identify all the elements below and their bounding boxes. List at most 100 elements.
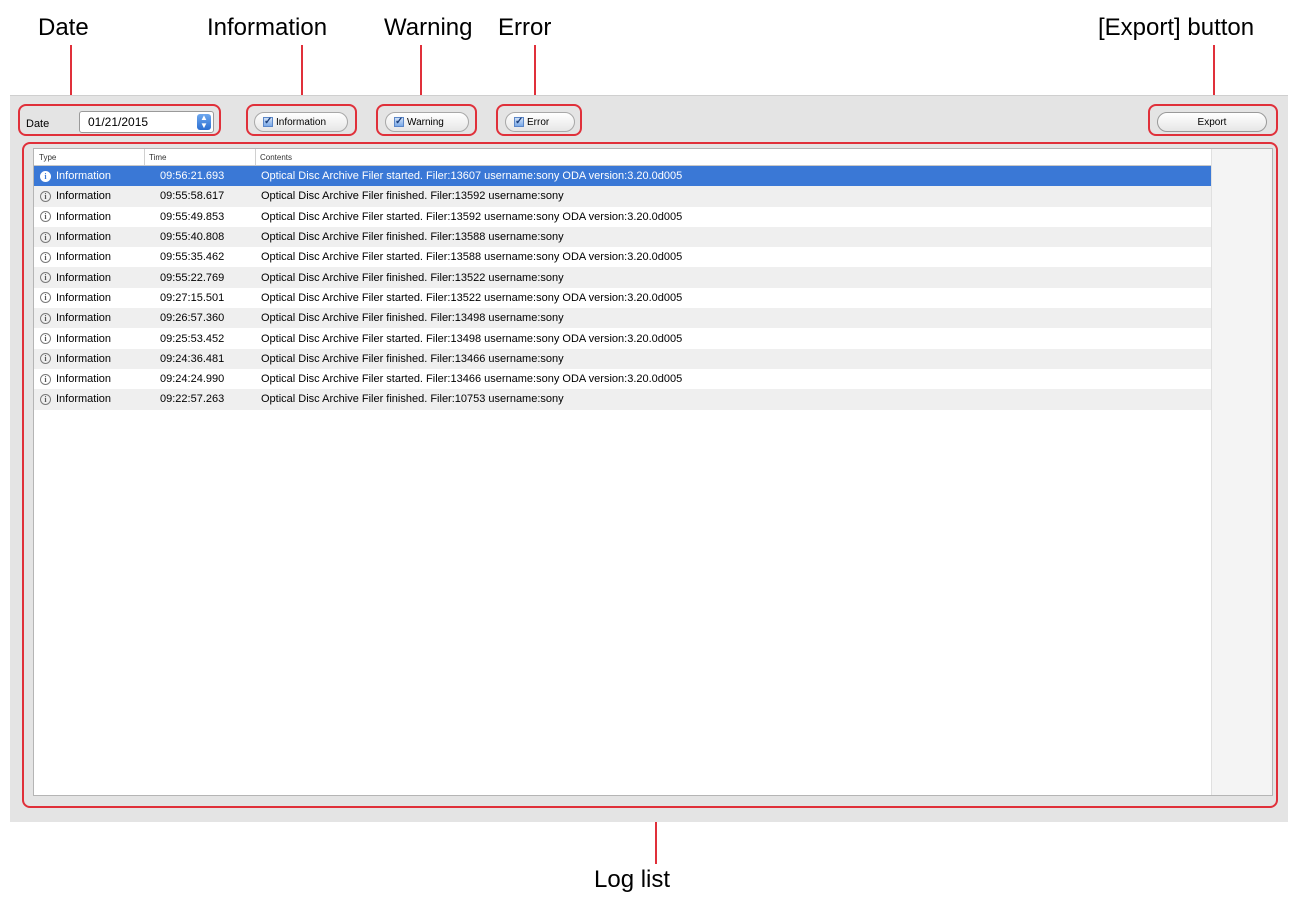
warning-filter-label: Warning (407, 116, 444, 128)
type-label: Information (56, 352, 112, 365)
type-label: Information (56, 312, 112, 325)
table-row[interactable]: i Information 09:26:57.360 Optical Disc Arc… (34, 308, 1211, 329)
table-row[interactable]: i Information 09:56:21.693 Optical Disc Arc… (34, 166, 1211, 187)
info-circle-icon: i (40, 170, 51, 182)
type-cell: i Information (40, 333, 111, 345)
log-list-empty-column (1211, 149, 1272, 795)
table-row[interactable]: i Information 09:22:57.263 Optical Disc Arc… (34, 389, 1211, 410)
time-cell: 09:25:53.452 (160, 332, 225, 345)
callout-date: Date (38, 14, 89, 41)
info-circle-icon: i (40, 211, 51, 223)
type-cell: i Information (40, 190, 111, 202)
column-divider (144, 149, 145, 165)
callout-export: [Export] button (1098, 14, 1255, 41)
checkmark-icon: ✓ (514, 116, 524, 127)
contents-cell: Optical Disc Archive Filer started. File… (261, 291, 683, 304)
time-cell: 09:55:22.769 (160, 271, 225, 284)
contents-cell: Optical Disc Archive Filer started. File… (261, 373, 683, 386)
error-filter-checkbox[interactable]: ✓ Error (505, 112, 575, 132)
table-row[interactable]: i Information 09:25:53.452 Optical Disc Arc… (34, 328, 1211, 348)
type-cell: i Information (40, 393, 111, 405)
info-circle-icon: i (40, 333, 51, 345)
log-list-header: Type Time Contents (34, 149, 1211, 166)
column-header-time[interactable]: Time (149, 153, 166, 162)
table-row[interactable]: i Information 09:55:40.808 Optical Disc Arc… (34, 226, 1211, 248)
time-cell: 09:55:40.808 (160, 231, 225, 244)
type-label: Information (56, 170, 112, 183)
table-row[interactable]: i Information 09:55:49.853 Optical Disc Arc… (34, 207, 1211, 227)
type-cell: i Information (40, 292, 111, 304)
column-header-contents[interactable]: Contents (260, 153, 292, 162)
type-label: Information (56, 190, 112, 203)
column-divider (255, 149, 256, 165)
time-cell: 09:56:21.693 (160, 170, 225, 183)
info-circle-icon: i (40, 251, 51, 263)
time-cell: 09:55:58.617 (160, 190, 225, 203)
info-circle-icon: i (40, 190, 51, 202)
info-circle-icon: i (40, 292, 51, 304)
type-label: Information (56, 393, 112, 406)
time-cell: 09:26:57.360 (160, 312, 225, 325)
table-row[interactable]: i Information 09:55:22.769 Optical Disc Arc… (34, 267, 1211, 288)
table-row[interactable]: i Information 09:24:36.481 Optical Disc Arc… (34, 348, 1211, 369)
type-label: Information (56, 291, 112, 304)
export-button[interactable]: Export (1157, 112, 1267, 132)
type-label: Information (56, 332, 112, 345)
contents-cell: Optical Disc Archive Filer started. File… (261, 251, 683, 264)
contents-cell: Optical Disc Archive Filer started. File… (261, 170, 683, 183)
time-cell: 09:22:57.263 (160, 393, 225, 406)
time-cell: 09:24:36.481 (160, 352, 225, 365)
stepper-arrows-icon[interactable]: ▲ ▼ (197, 114, 211, 130)
type-cell: i Information (40, 312, 111, 324)
log-list[interactable]: Type Time Contents i Information 09:56:21.… (33, 148, 1273, 796)
contents-cell: Optical Disc Archive Filer finished. Fil… (261, 231, 564, 244)
type-label: Information (56, 231, 112, 244)
callout-information: Information (207, 14, 328, 41)
contents-cell: Optical Disc Archive Filer finished. Fil… (261, 352, 564, 365)
table-row[interactable]: i Information 09:55:58.617 Optical Disc Arc… (34, 186, 1211, 207)
contents-cell: Optical Disc Archive Filer finished. Fil… (261, 190, 564, 203)
table-row[interactable]: i Information 09:24:24.990 Optical Disc Arc… (34, 369, 1211, 389)
table-row[interactable]: i Information 09:55:35.462 Optical Disc Arc… (34, 247, 1211, 267)
contents-cell: Optical Disc Archive Filer finished. Fil… (261, 312, 564, 325)
callout-error: Error (498, 14, 552, 41)
info-circle-icon: i (40, 353, 51, 365)
time-cell: 09:55:35.462 (160, 251, 225, 264)
info-circle-icon: i (40, 312, 51, 324)
date-label: Date (26, 118, 50, 130)
callout-warning: Warning (384, 14, 473, 41)
error-filter-label: Error (527, 116, 550, 128)
column-header-type[interactable]: Type (39, 153, 56, 162)
type-cell: i Information (40, 373, 111, 385)
info-circle-icon: i (40, 373, 51, 385)
warning-filter-checkbox[interactable]: ✓ Warning (385, 112, 469, 132)
contents-cell: Optical Disc Archive Filer finished. Fil… (261, 393, 564, 406)
type-cell: i Information (40, 272, 111, 284)
date-value: 01/21/2015 (88, 115, 149, 129)
checkmark-icon: ✓ (263, 116, 273, 127)
type-cell: i Information (40, 170, 111, 182)
information-filter-label: Information (276, 116, 327, 128)
type-cell: i Information (40, 231, 111, 243)
contents-cell: Optical Disc Archive Filer finished. Fil… (261, 271, 564, 284)
contents-cell: Optical Disc Archive Filer started. File… (261, 210, 683, 223)
type-label: Information (56, 373, 112, 386)
type-cell: i Information (40, 211, 111, 223)
type-cell: i Information (40, 251, 111, 263)
info-circle-icon: i (40, 393, 51, 405)
info-circle-icon: i (40, 272, 51, 284)
contents-cell: Optical Disc Archive Filer started. File… (261, 332, 683, 345)
table-row[interactable]: i Information 09:27:15.501 Optical Disc Arc… (34, 288, 1211, 308)
time-cell: 09:27:15.501 (160, 291, 225, 304)
information-filter-checkbox[interactable]: ✓ Information (254, 112, 348, 132)
info-circle-icon: i (40, 231, 51, 243)
log-rows: i Information 09:56:21.693 Optical Disc Arc… (34, 166, 1211, 410)
time-cell: 09:24:24.990 (160, 373, 225, 386)
date-picker[interactable]: 01/21/2015 ▲ ▼ (79, 111, 214, 133)
checkmark-icon: ✓ (394, 116, 404, 127)
type-label: Information (56, 251, 112, 264)
type-label: Information (56, 271, 112, 284)
type-cell: i Information (40, 353, 111, 365)
type-label: Information (56, 210, 112, 223)
callout-log-list: Log list (594, 866, 671, 893)
